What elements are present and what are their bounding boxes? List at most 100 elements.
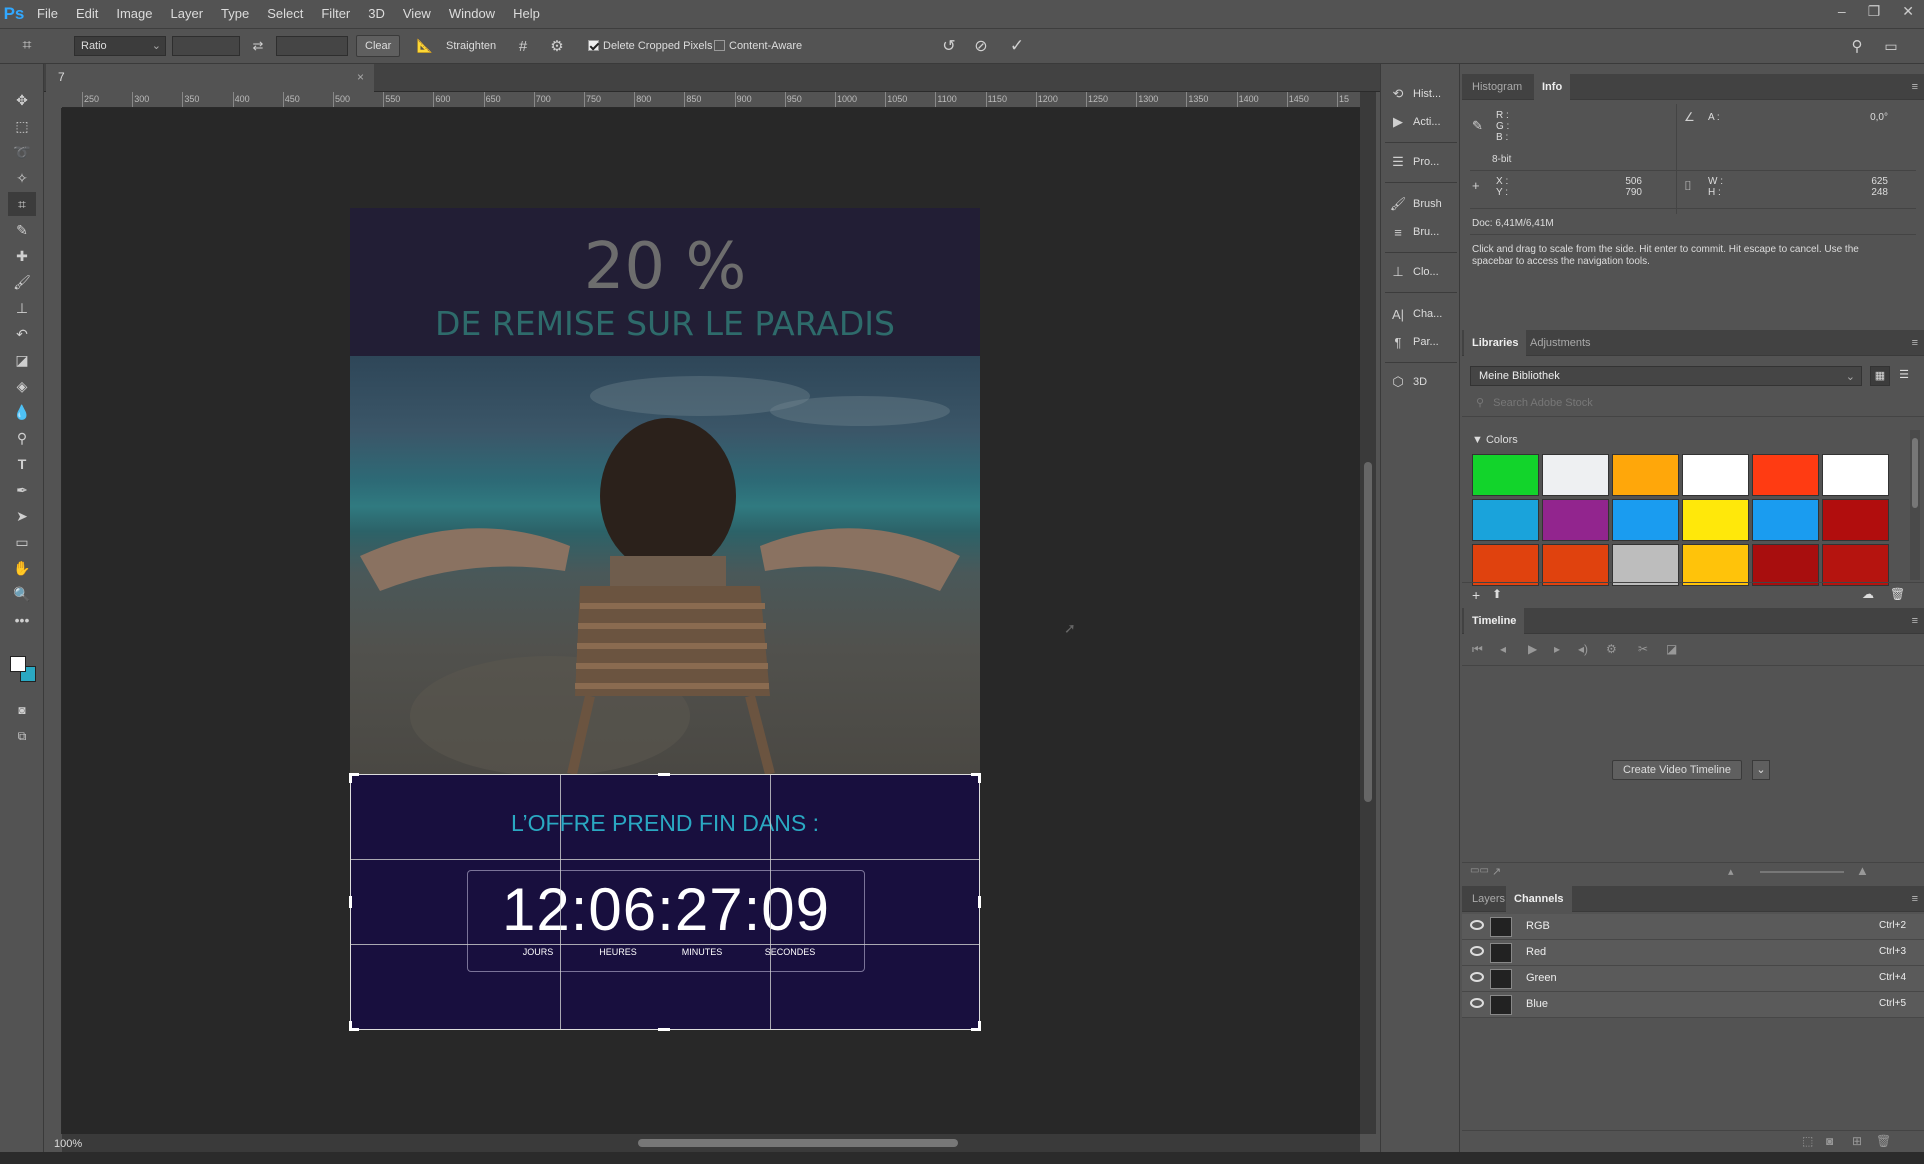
color-swatch[interactable] (1472, 544, 1539, 586)
color-swatch[interactable] (1682, 454, 1749, 496)
shape-tool-icon[interactable]: ▭ (8, 530, 36, 554)
clear-button[interactable]: Clear (356, 35, 401, 57)
color-swatch[interactable] (1822, 499, 1889, 541)
stock-search-input[interactable]: ⚲ Search Adobe Stock (1470, 394, 1916, 412)
tab-adjustments[interactable]: Adjustments (1522, 330, 1599, 356)
menu-item[interactable]: View (394, 0, 440, 28)
save-selection-icon[interactable]: ◙ (1826, 1134, 1833, 1148)
width-field[interactable] (172, 36, 240, 56)
close-tab-icon[interactable]: × (357, 70, 364, 84)
channel-row-blue[interactable]: Blue Ctrl+5 (1462, 992, 1924, 1018)
ratio-select[interactable]: Ratio ⌄ (74, 36, 166, 56)
dock-3d[interactable]: ⬡ 3D (1387, 368, 1455, 396)
gear-icon[interactable]: ⚙ (546, 35, 568, 57)
dock-brush-presets[interactable]: ≡ Bru... (1387, 218, 1455, 246)
swap-icon[interactable]: ⇄ (248, 35, 268, 57)
panel-menu-icon[interactable]: ≡ (1912, 893, 1918, 905)
canvas-area[interactable]: 20 % DE REMISE SUR LE PARADIS L’OFFRE PR… (62, 108, 1360, 1134)
tab-timeline[interactable]: Timeline (1464, 608, 1525, 634)
channel-row-red[interactable]: Red Ctrl+3 (1462, 940, 1924, 966)
quick-mask-icon[interactable]: ◙ (8, 698, 36, 722)
crop-handle-top-left[interactable] (349, 773, 359, 783)
minimize-icon[interactable]: – (1838, 0, 1846, 22)
tab-histogram[interactable]: Histogram (1464, 74, 1530, 100)
crop-handle-bottom[interactable] (658, 1028, 670, 1031)
color-swatch[interactable] (1472, 454, 1539, 496)
pen-tool-icon[interactable]: ✒ (8, 478, 36, 502)
eye-icon[interactable] (1470, 998, 1484, 1008)
zoom-tool-icon[interactable]: 🔍 (8, 582, 36, 606)
eye-icon[interactable] (1470, 972, 1484, 982)
color-swatch[interactable] (1682, 544, 1749, 586)
cancel-icon[interactable]: ⊘ (970, 35, 992, 57)
height-field[interactable] (276, 36, 348, 56)
menu-item[interactable]: Image (107, 0, 161, 28)
crop-handle-top-right[interactable] (971, 773, 981, 783)
color-swatch[interactable] (1612, 454, 1679, 496)
screen-mode-icon[interactable]: ⧉ (8, 724, 36, 748)
scissors-icon[interactable]: ✂ (1638, 642, 1648, 656)
path-selection-tool-icon[interactable]: ➤ (8, 504, 36, 528)
vertical-scrollbar[interactable] (1360, 92, 1376, 1134)
history-brush-tool-icon[interactable]: ↶ (8, 322, 36, 346)
crop-tool-icon[interactable]: ⌗ (16, 35, 38, 57)
marquee-tool-icon[interactable]: ⬚ (8, 114, 36, 138)
cloud-sync-icon[interactable]: ☁ (1862, 587, 1874, 601)
close-icon[interactable]: ✕ (1902, 0, 1914, 22)
commit-check-icon[interactable]: ✓ (1006, 35, 1028, 57)
panel-menu-icon[interactable]: ≡ (1912, 615, 1918, 627)
color-swatch[interactable] (1752, 454, 1819, 496)
workspace-icon[interactable]: ▭ (1880, 35, 1902, 57)
lasso-tool-icon[interactable]: ➰ (8, 140, 36, 164)
audio-icon[interactable]: ◂) (1578, 642, 1588, 656)
eraser-tool-icon[interactable]: ◪ (8, 348, 36, 372)
content-aware-checkbox[interactable]: Content-Aware (714, 36, 802, 56)
color-swatch[interactable] (1682, 499, 1749, 541)
dock-history[interactable]: ⟲ Hist... (1387, 80, 1455, 108)
grid-overlay-icon[interactable]: # (512, 35, 534, 57)
scroll-thumb[interactable] (638, 1139, 958, 1147)
color-swatch[interactable] (1472, 499, 1539, 541)
tab-info[interactable]: Info (1534, 74, 1571, 100)
color-swatch[interactable] (1542, 544, 1609, 586)
convert-icon[interactable]: ↗ (1492, 865, 1501, 878)
zoom-out-icon[interactable]: ▴ (1728, 865, 1734, 878)
color-swatch[interactable] (1752, 499, 1819, 541)
channel-row-green[interactable]: Green Ctrl+4 (1462, 966, 1924, 992)
chevron-down-icon[interactable]: ⌄ (1752, 760, 1770, 780)
dock-brush[interactable]: 🖌 Brush (1387, 190, 1455, 218)
dodge-tool-icon[interactable]: ⚲ (8, 426, 36, 450)
gear-icon[interactable]: ⚙ (1606, 642, 1617, 656)
healing-tool-icon[interactable]: ✚ (8, 244, 36, 268)
menu-item[interactable]: Window (440, 0, 504, 28)
menu-item[interactable]: Layer (162, 0, 213, 28)
panel-menu-icon[interactable]: ≡ (1912, 337, 1918, 349)
trash-icon[interactable]: 🗑 (1890, 587, 1905, 601)
color-swatch[interactable] (1542, 454, 1609, 496)
color-swatch[interactable] (1612, 499, 1679, 541)
upload-icon[interactable]: ⬆ (1492, 587, 1502, 601)
dock-clone-source[interactable]: ⊥ Clo... (1387, 258, 1455, 286)
transition-icon[interactable]: ◪ (1666, 642, 1677, 656)
crop-handle-bottom-right[interactable] (971, 1021, 981, 1031)
horizontal-scrollbar[interactable] (62, 1134, 1360, 1152)
scroll-thumb[interactable] (1364, 462, 1372, 802)
scroll-thumb[interactable] (1912, 438, 1918, 508)
list-view-icon[interactable]: ☰ (1894, 366, 1914, 386)
menu-item[interactable]: Type (212, 0, 258, 28)
tab-libraries[interactable]: Libraries (1464, 330, 1527, 356)
menu-item[interactable]: File (28, 0, 67, 28)
stamp-tool-icon[interactable]: ⊥ (8, 296, 36, 320)
straighten-icon[interactable]: 📐 (414, 35, 436, 57)
frame-animation-icon[interactable]: ▭▭ (1470, 865, 1489, 876)
crop-handle-top[interactable] (658, 773, 670, 776)
add-icon[interactable]: + (1472, 587, 1480, 603)
crop-handle-bottom-left[interactable] (349, 1021, 359, 1031)
color-swatch[interactable] (1822, 544, 1889, 586)
type-tool-icon[interactable]: T (8, 452, 36, 476)
channel-row-rgb[interactable]: RGB Ctrl+2 (1462, 914, 1924, 940)
reset-icon[interactable]: ↺ (938, 35, 960, 57)
move-tool-icon[interactable]: ✥ (8, 88, 36, 112)
menu-item[interactable]: Select (258, 0, 312, 28)
menu-item[interactable]: Help (504, 0, 549, 28)
